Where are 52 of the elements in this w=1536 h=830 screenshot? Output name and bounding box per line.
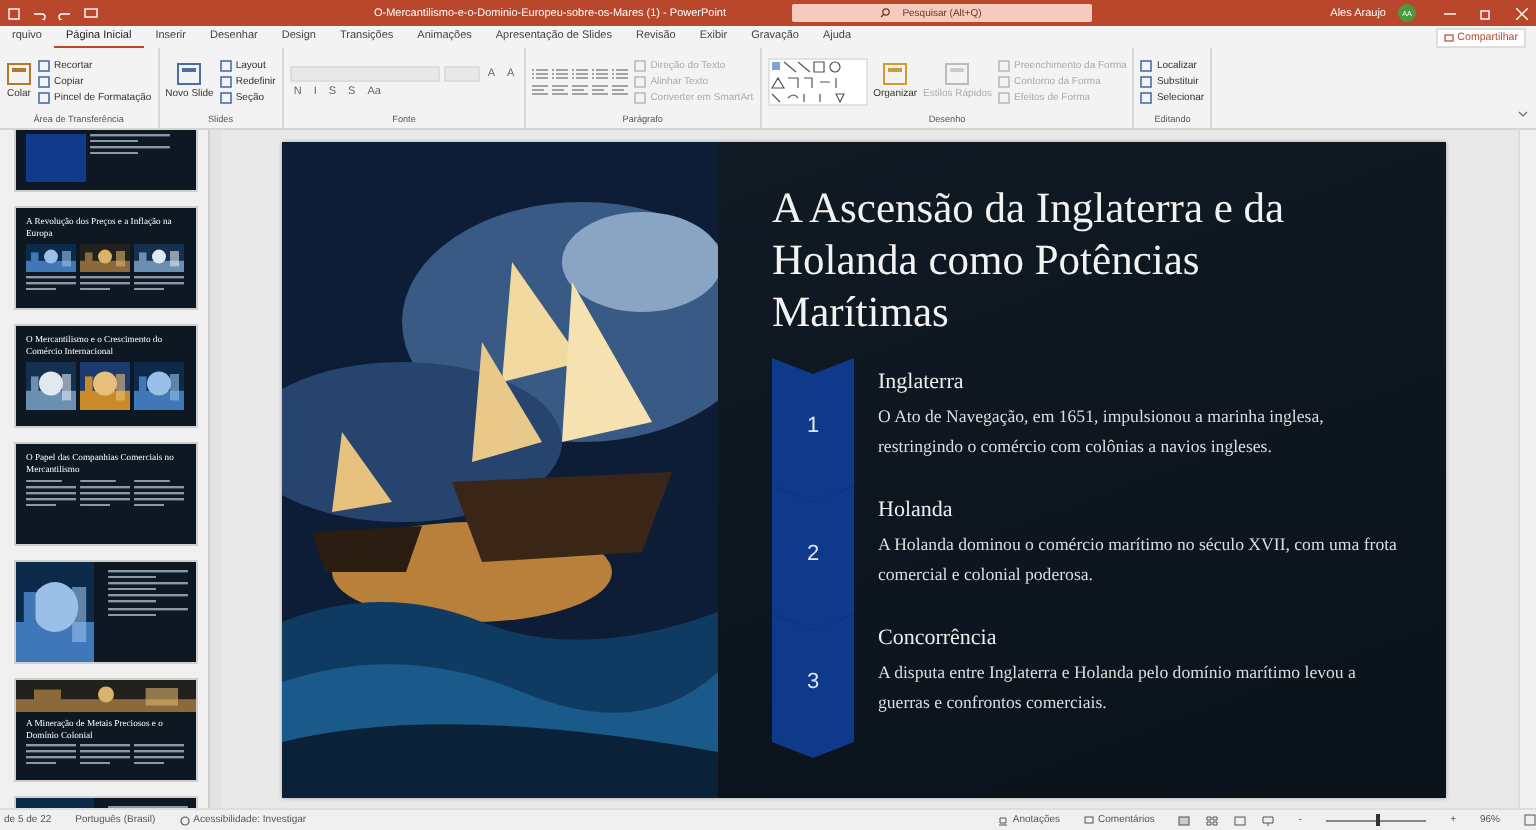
sorter-view-icon[interactable]: [1206, 815, 1219, 825]
scrollbar[interactable]: [1518, 130, 1536, 808]
text-lines-drawing: [90, 134, 170, 143]
chevron-shape: [772, 357, 854, 501]
text-lines-drawing: [108, 570, 188, 579]
text-lines-drawing: [26, 276, 76, 291]
slide-thumbnail[interactable]: [14, 560, 198, 664]
step-heading: Holanda: [878, 497, 955, 521]
text-lines-drawing: [134, 744, 184, 765]
minimize-icon[interactable]: [1444, 7, 1456, 19]
text-lines-drawing: [80, 276, 130, 291]
text-lines-drawing: [108, 607, 188, 616]
step-text: A disputa entre Inglaterra e Holanda pelo domínio marítimo levou a guerras e confrontos comerciais.: [878, 659, 1358, 716]
step-number: 1: [804, 413, 822, 437]
text-lines-drawing: [80, 744, 130, 765]
chevron-shape: [772, 613, 854, 757]
bullets-icon[interactable]: [532, 67, 549, 79]
panel-drawing: [26, 134, 86, 182]
comment-icon[interactable]: [1084, 815, 1095, 825]
quick-styles-icon: [944, 62, 971, 86]
step-heading: Concorrência: [878, 625, 999, 649]
align-left-icon[interactable]: [532, 83, 549, 95]
text-lines-drawing: [108, 582, 188, 591]
step-number: 2: [804, 541, 822, 565]
step-text: A Holanda dominou o comércio marítimo no século XVII, com uma frota comercial e colonial poderosa.: [878, 531, 1399, 588]
step-number: 3: [804, 669, 822, 693]
text-lines-drawing: [26, 486, 76, 507]
normal-view-icon[interactable]: [1178, 815, 1191, 825]
collapse-ribbon-icon[interactable]: [1518, 110, 1528, 118]
undo-icon[interactable]: [32, 7, 46, 19]
step-heading: Inglaterra: [878, 369, 966, 393]
text-lines-drawing: [134, 276, 184, 291]
text-lines-drawing: [108, 594, 188, 604]
step-text: O Ato de Navegação, em 1651, impulsionou a marinha inglesa, restringindo o comércio com colônias a navios ingleses.: [878, 403, 1326, 460]
text-lines-drawing: [80, 486, 130, 507]
text-lines-drawing: [134, 486, 184, 507]
slideshow-icon[interactable]: [1262, 815, 1275, 825]
chevron-shape: [772, 485, 854, 629]
text-lines-drawing: [80, 480, 116, 483]
text-lines-drawing: [134, 480, 170, 483]
text-lines-drawing: [90, 146, 170, 155]
redo-icon[interactable]: [58, 7, 72, 19]
share-icon[interactable]: [1443, 32, 1454, 42]
paste-icon: [6, 62, 32, 86]
new-slide-icon: [176, 62, 203, 86]
close-icon[interactable]: [1516, 7, 1528, 19]
slide-title: A Ascensão da Inglaterra e da Holanda como Potências Marítimas: [772, 181, 1287, 337]
restore-icon[interactable]: [1480, 7, 1492, 19]
text-lines-drawing: [26, 480, 62, 483]
text-lines-drawing: [26, 744, 76, 765]
shapes-gallery-icon[interactable]: [767, 57, 868, 105]
arrange-icon: [882, 62, 909, 86]
